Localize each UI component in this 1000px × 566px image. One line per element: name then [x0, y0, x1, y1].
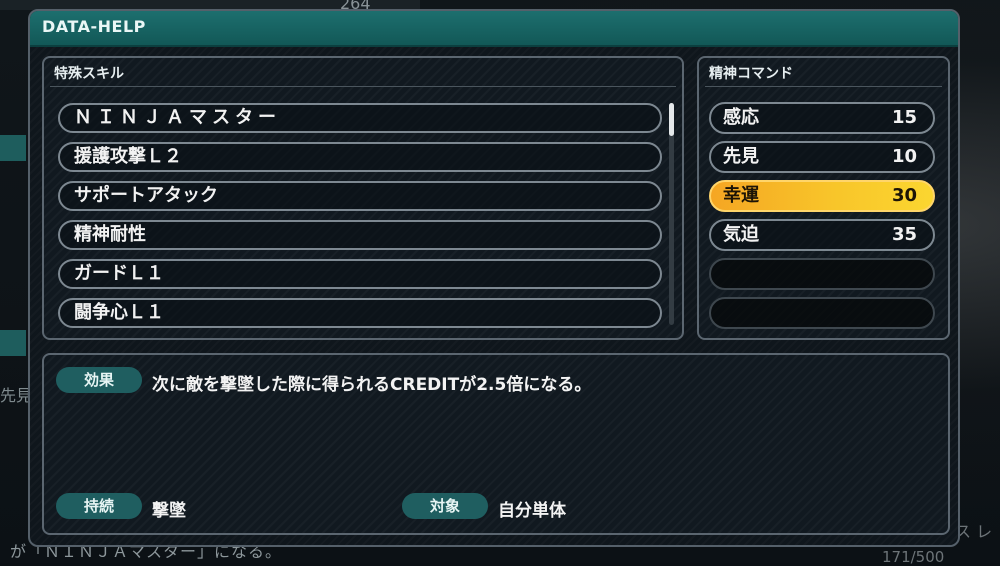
spirit-command-item[interactable]: 気迫 35 [709, 219, 935, 251]
command-name: 先見 [723, 146, 759, 167]
background-number: 171/500 [882, 548, 945, 566]
divider [705, 86, 942, 87]
spirit-command-empty-slot [709, 297, 935, 329]
target-tag: 対象 [402, 493, 488, 519]
special-skills-panel: 特殊スキル ＮＩＮＪＡマスター 援護攻撃Ｌ２ サポートアタック 精神耐性 ガード… [42, 56, 684, 340]
background-strip [0, 330, 26, 356]
background-strip [0, 135, 26, 161]
panel-title: 精神コマンド [709, 66, 793, 82]
spirit-commands-panel: 精神コマンド 感応 15 先見 10 幸運 30 気迫 35 [697, 56, 950, 340]
command-name: 幸運 [723, 185, 759, 206]
skill-item[interactable]: 闘争心Ｌ１ [58, 298, 662, 328]
effect-text: 次に敵を撃墜した際に得られるCREDITが2.5倍になる。 [152, 375, 592, 395]
skill-item[interactable]: サポートアタック [58, 181, 662, 211]
scrollbar-track[interactable] [669, 103, 674, 325]
divider [50, 86, 676, 87]
data-help-dialog: DATA-HELP 特殊スキル ＮＩＮＪＡマスター 援護攻撃Ｌ２ サポートアタッ… [28, 9, 960, 547]
skill-item[interactable]: 精神耐性 [58, 220, 662, 250]
target-value: 自分単体 [498, 501, 566, 521]
spirit-command-item[interactable]: 感応 15 [709, 102, 935, 134]
scrollbar-thumb[interactable] [669, 103, 674, 136]
command-cost: 15 [891, 107, 917, 128]
spirit-command-item[interactable]: 先見 10 [709, 141, 935, 173]
dialog-header: DATA-HELP [30, 11, 958, 47]
panel-title: 特殊スキル [54, 66, 124, 82]
duration-tag: 持続 [56, 493, 142, 519]
dialog-title: DATA-HELP [42, 17, 146, 36]
spirit-command-empty-slot [709, 258, 935, 290]
duration-value: 撃墜 [152, 501, 186, 521]
effect-tag: 効果 [56, 367, 142, 393]
description-panel: 効果 次に敵を撃墜した際に得られるCREDITが2.5倍になる。 持続 撃墜 対… [42, 353, 950, 535]
skill-item[interactable]: ＮＩＮＪＡマスター [58, 103, 662, 133]
command-name: 感応 [723, 107, 759, 128]
command-cost: 10 [891, 146, 917, 167]
command-cost: 30 [891, 185, 917, 206]
background-label: ス レ [955, 522, 993, 541]
skill-item[interactable]: 援護攻撃Ｌ２ [58, 142, 662, 172]
skill-item[interactable]: ガードＬ１ [58, 259, 662, 289]
spirit-command-item-selected[interactable]: 幸運 30 [709, 180, 935, 212]
command-name: 気迫 [723, 224, 759, 245]
command-cost: 35 [891, 224, 917, 245]
